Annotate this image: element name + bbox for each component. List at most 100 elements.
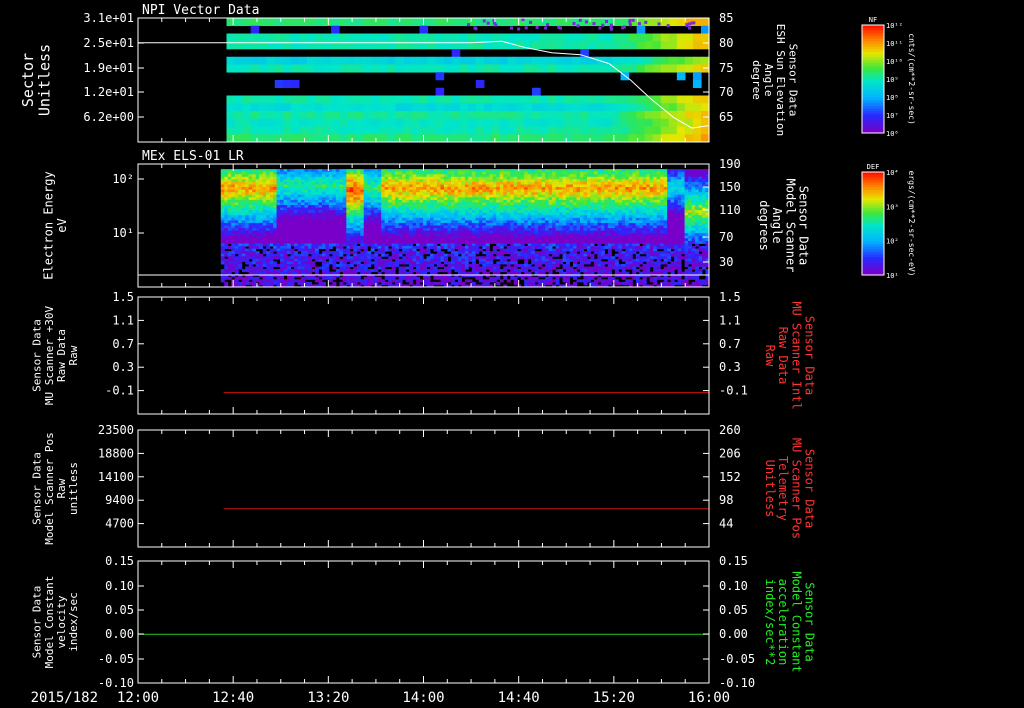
- heatmap-cell: [250, 134, 260, 143]
- heatmap-cell: [234, 56, 244, 65]
- heatmap-cell: [475, 118, 485, 127]
- heatmap-cell: [290, 56, 300, 65]
- spectrogram-cell: [227, 246, 232, 250]
- spectrogram-cell: [443, 269, 448, 273]
- heatmap-cell: [491, 118, 501, 127]
- heatmap-cell: [339, 95, 348, 104]
- heatmap-cell: [290, 134, 300, 143]
- heatmap-cell: [676, 64, 686, 73]
- spectrogram-cell: [506, 266, 511, 270]
- heatmap-cell: [556, 33, 565, 42]
- heatmap-cell: [387, 103, 396, 112]
- spectrogram-cell: [262, 243, 267, 247]
- heatmap-cell: [532, 41, 541, 50]
- heatmap-cell: [242, 18, 252, 27]
- spectrogram-cell: [314, 271, 319, 275]
- heatmap-cell: [314, 111, 324, 120]
- spectrogram-cell: [224, 276, 229, 280]
- heatmap-cell: [443, 118, 453, 127]
- heatmap-cell: [379, 134, 388, 143]
- heatmap-cell: [540, 56, 549, 65]
- heatmap-cell: [323, 103, 332, 112]
- spectrogram-cell: [517, 256, 522, 260]
- spectrogram-cell: [370, 248, 375, 252]
- heatmap-cell: [435, 126, 445, 135]
- heatmap-cell: [314, 33, 324, 42]
- heatmap-cell: [620, 103, 630, 112]
- heatmap-cell: [612, 33, 622, 42]
- spectrogram-cell: [475, 251, 480, 255]
- heatmap-cell: [491, 33, 501, 42]
- spectrogram-cell: [314, 258, 319, 262]
- heatmap-cell: [258, 134, 268, 143]
- heatmap-cell: [226, 118, 236, 127]
- heatmap-cell: [443, 95, 453, 104]
- spectrogram-cell: [273, 248, 278, 252]
- heatmap-cell: [266, 126, 276, 135]
- heatmap-cell: [250, 95, 260, 104]
- heatmap-cell: [483, 103, 493, 112]
- spectrogram-cell: [377, 266, 382, 270]
- heatmap-cell: [266, 18, 276, 27]
- heatmap-cell: [347, 56, 356, 65]
- spectrogram-cell: [248, 276, 253, 280]
- heatmap-cell: [347, 18, 356, 27]
- heatmap-cell: [564, 18, 573, 27]
- spectrogram-cell: [391, 279, 396, 283]
- spectrogram-cell: [475, 256, 480, 260]
- heatmap-cell: [387, 18, 396, 27]
- heatmap-cell: [676, 72, 686, 81]
- heatmap-cell: [371, 56, 380, 65]
- heatmap-cell: [532, 118, 541, 127]
- heatmap-cell: [652, 134, 662, 143]
- heatmap-cell: [234, 64, 244, 73]
- spectrogram-cell: [506, 256, 511, 260]
- heatmap-cell: [282, 134, 292, 143]
- heatmap-cell: [250, 118, 260, 127]
- heatmap-cell: [250, 56, 260, 65]
- heatmap-cell: [516, 64, 525, 73]
- heatmap-cell: [507, 126, 517, 135]
- heatmap-cell: [660, 33, 670, 42]
- heatmap-cell: [298, 103, 308, 112]
- spectrogram-cell: [388, 263, 393, 267]
- heatmap-cell: [226, 64, 236, 73]
- heatmap-cell: [604, 33, 614, 42]
- spectrogram-cell: [224, 246, 229, 250]
- heatmap-speck: [688, 22, 692, 26]
- spectrogram-cell: [356, 240, 361, 244]
- spectrogram-cell: [370, 256, 375, 260]
- heatmap-cell: [250, 33, 260, 42]
- spectrogram-cell: [559, 261, 564, 265]
- heatmap-cell: [274, 103, 284, 112]
- heatmap-cell: [258, 33, 268, 42]
- heatmap-cell: [443, 126, 453, 135]
- heatmap-cell: [331, 64, 340, 73]
- heatmap-cell: [676, 56, 686, 65]
- spectrogram-cell: [423, 243, 428, 247]
- heatmap-cell: [540, 126, 549, 135]
- heatmap-cell: [467, 64, 477, 73]
- heatmap-cell: [572, 103, 581, 112]
- heatmap-cell: [363, 33, 372, 42]
- spectrogram-cell: [231, 269, 236, 273]
- heatmap-cell: [363, 118, 372, 127]
- heatmap-cell: [274, 126, 284, 135]
- heatmap-cell: [387, 126, 396, 135]
- heatmap-cell: [323, 134, 332, 143]
- heatmap-cell: [524, 95, 533, 104]
- heatmap-cell: [636, 103, 646, 112]
- heatmap-speck: [467, 23, 471, 27]
- heatmap-cell: [339, 118, 348, 127]
- heatmap-cell: [540, 134, 549, 143]
- spectrogram-cell: [419, 279, 424, 283]
- spectrogram-cell: [426, 269, 431, 273]
- heatmap-cell: [403, 103, 413, 112]
- heatmap-cell: [532, 111, 541, 120]
- heatmap-cell: [483, 95, 493, 104]
- spectrogram-cell: [534, 246, 539, 250]
- heatmap-cell: [298, 56, 308, 65]
- heatmap-cell: [451, 126, 461, 135]
- heatmap-cell: [306, 95, 316, 104]
- heatmap-cell: [395, 103, 405, 112]
